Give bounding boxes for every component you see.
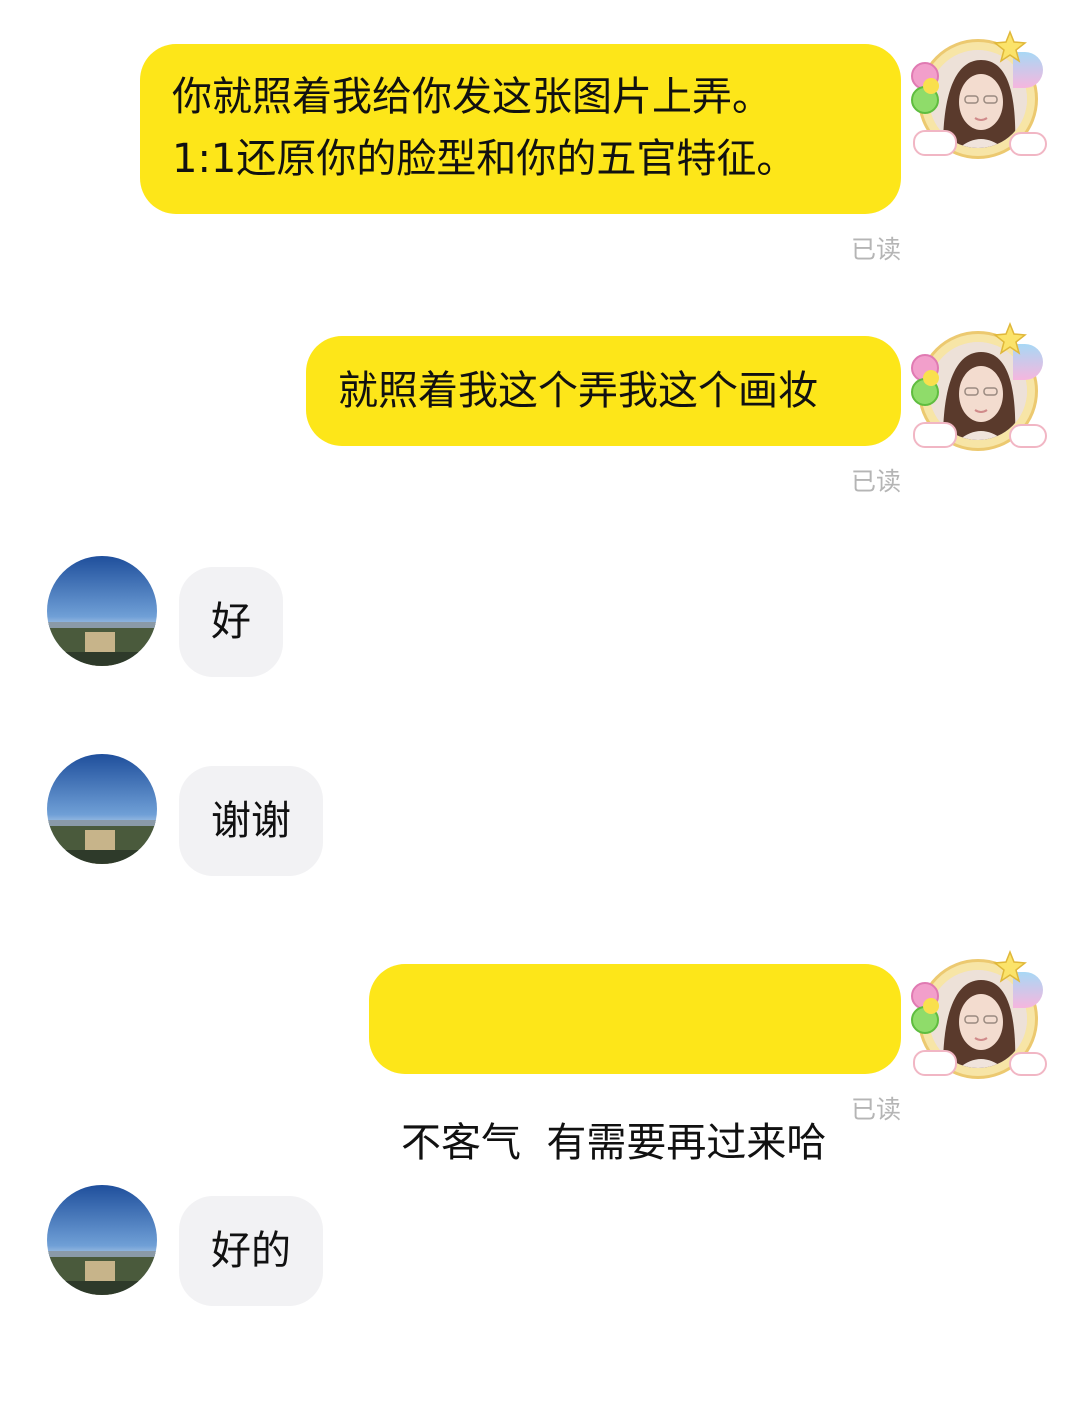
contact-avatar[interactable] [47, 556, 157, 666]
cloud-icon [1009, 1052, 1047, 1076]
message-text: 1:1还原你的脸型和你的五官特征。 [172, 136, 797, 182]
message-text: 好的 [211, 1228, 291, 1274]
message-bubble[interactable]: 就照着我这个弄我这个画妆 [306, 336, 901, 446]
star-icon [993, 30, 1027, 63]
cloud-icon [913, 130, 957, 156]
cloud-icon [913, 1050, 957, 1076]
my-avatar[interactable] [911, 950, 1047, 1084]
cloud-icon [913, 422, 957, 448]
read-receipt: 已读 [850, 1095, 901, 1124]
message-bubble[interactable]: 你就照着我给你发这张图片上弄。 1:1还原你的脸型和你的五官特征。 [140, 44, 901, 214]
balloon-icon [923, 78, 939, 94]
balloon-icon [923, 370, 939, 386]
message-text: 你就照着我给你发这张图片上弄。 [172, 74, 772, 120]
read-receipt: 已读 [850, 467, 901, 496]
my-avatar[interactable] [911, 30, 1047, 164]
read-receipt: 已读 [850, 235, 901, 264]
message-bubble[interactable]: 好 [179, 567, 283, 677]
chat-area[interactable]: 你就照着我给你发这张图片上弄。 1:1还原你的脸型和你的五官特征。 已读 就照着… [0, 0, 1080, 1410]
cloud-icon [1009, 424, 1047, 448]
balloon-icon [923, 998, 939, 1014]
cloud-icon [1009, 132, 1047, 156]
contact-avatar[interactable] [47, 1185, 157, 1295]
contact-avatar[interactable] [47, 754, 157, 864]
message-bubble[interactable]: 谢谢 [179, 766, 323, 876]
message-text: 好 [211, 599, 251, 645]
star-icon [993, 322, 1027, 355]
message-text: 谢谢 [211, 798, 291, 844]
message-bubble[interactable]: 好的 [179, 1196, 323, 1306]
message-bubble[interactable]: 不客气 有需要再过来哈 [369, 964, 901, 1166]
message-text: 就照着我这个弄我这个画妆 [338, 368, 818, 414]
star-icon [993, 950, 1027, 983]
my-avatar[interactable] [911, 322, 1047, 456]
